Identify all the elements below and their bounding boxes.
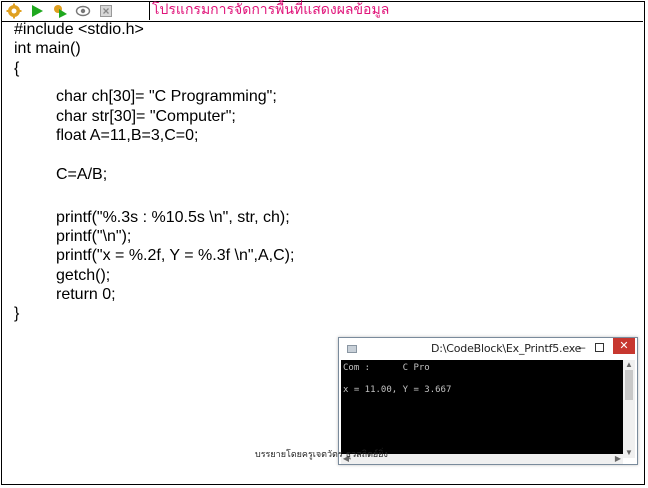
- vertical-scrollbar[interactable]: ▲ ▼: [623, 360, 635, 458]
- build-run-icon[interactable]: [50, 2, 70, 20]
- stop-icon[interactable]: [96, 2, 116, 20]
- code-line: return 0;: [56, 286, 116, 304]
- debug-icon[interactable]: [73, 2, 93, 20]
- close-icon[interactable]: ✕: [613, 338, 635, 354]
- maximize-icon[interactable]: [593, 341, 607, 355]
- code-line: C=A/B;: [56, 165, 108, 183]
- code-line: printf("x = %.2f, Y = %.3f \n",A,C);: [56, 247, 295, 265]
- console-title: D:\CodeBlock\Ex_Printf5.exe: [431, 342, 582, 355]
- code-line: char ch[30]= "C Programming";: [56, 88, 277, 106]
- scroll-right-icon[interactable]: ▶: [613, 454, 623, 464]
- console-titlebar[interactable]: D:\CodeBlock\Ex_Printf5.exe – ✕: [339, 338, 637, 360]
- play-icon[interactable]: [27, 2, 47, 20]
- ide-toolbar: โปรแกรมการจัดการพื้นที่แสดงผลข้อมูล: [1, 1, 643, 22]
- code-line: printf("%.3s : %10.5s \n", str, ch);: [56, 208, 290, 226]
- console-output[interactable]: Com : C Pro x = 11.00, Y = 3.667: [341, 360, 623, 458]
- slide-title: โปรแกรมการจัดการพื้นที่แสดงผลข้อมูล: [149, 1, 389, 20]
- code-line: int main(): [14, 40, 81, 58]
- code-line: float A=11,B=3,C=0;: [56, 126, 199, 144]
- scroll-up-icon[interactable]: ▲: [623, 360, 635, 370]
- code-line: }: [14, 305, 20, 323]
- console-app-icon[interactable]: [347, 345, 357, 353]
- console-line: Com : C Pro: [343, 363, 430, 373]
- code-line: printf("\n");: [56, 227, 132, 245]
- console-window[interactable]: D:\CodeBlock\Ex_Printf5.exe – ✕ Com : C …: [338, 337, 638, 465]
- gear-icon[interactable]: [4, 2, 24, 20]
- scroll-thumb[interactable]: [625, 370, 633, 400]
- code-line: #include <stdio.h>: [14, 21, 144, 38]
- code-line: char str[30]= "Computer";: [56, 107, 236, 125]
- code-line: getch();: [56, 266, 111, 284]
- code-line: {: [14, 59, 20, 77]
- code-listing: #include <stdio.h> int main() { char ch[…: [14, 20, 294, 324]
- console-line: x = 11.00, Y = 3.667: [343, 385, 452, 395]
- lecturer-caption: บรรยายโดยครูเจตวัตร ธุวสถิตย์ยิ่ง: [255, 450, 388, 460]
- minimize-icon[interactable]: –: [575, 341, 589, 355]
- scroll-down-icon[interactable]: ▼: [623, 448, 635, 458]
